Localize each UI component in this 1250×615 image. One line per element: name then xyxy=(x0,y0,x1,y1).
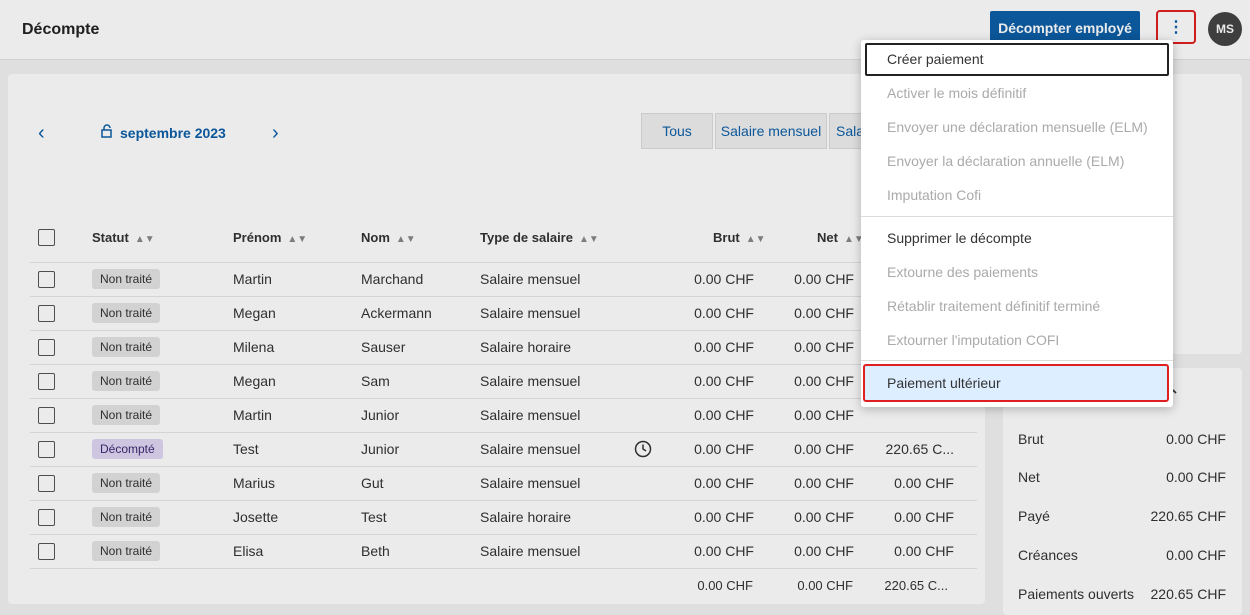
menu-item-declaration-mensuelle: Envoyer une déclaration mensuelle (ELM) xyxy=(887,119,1148,135)
menu-item-paiement-ulterieur[interactable]: Paiement ultérieur xyxy=(887,375,1001,391)
menu-divider xyxy=(861,360,1173,361)
menu-item-extourne-paiements: Extourne des paiements xyxy=(887,264,1038,280)
menu-item-creer-paiement[interactable]: Créer paiement xyxy=(887,51,984,67)
menu-divider xyxy=(861,216,1173,217)
menu-item-supprimer-decompte[interactable]: Supprimer le décompte xyxy=(887,230,1032,246)
menu-item-imputation-cofi: Imputation Cofi xyxy=(887,187,982,203)
menu-item-activer-mois-definitif: Activer le mois définitif xyxy=(887,85,1027,101)
menu-item-retablir-traitement: Rétablir traitement définitif terminé xyxy=(887,298,1101,314)
menu-item-declaration-annuelle: Envoyer la déclaration annuelle (ELM) xyxy=(887,153,1125,169)
page: Décompte Décompter employé ⋮ MS ‹ septem… xyxy=(0,0,1250,615)
menu-item-extourner-imputation: Extourner l'imputation COFI xyxy=(887,332,1060,348)
more-options-menu: Créer paiement Activer le mois définitif… xyxy=(861,40,1173,407)
